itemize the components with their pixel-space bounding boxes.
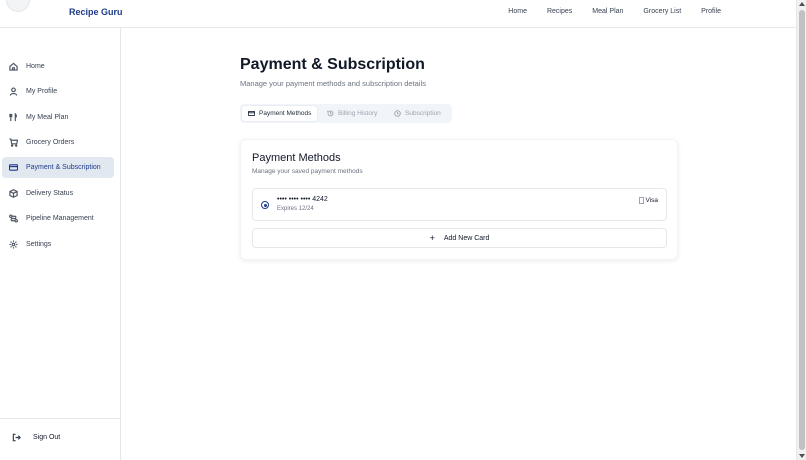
page-subtitle: Manage your payment methods and subscrip… <box>240 79 426 88</box>
scrollbar[interactable] <box>796 0 806 460</box>
page-title: Payment & Subscription <box>240 56 425 73</box>
gear-icon <box>8 240 18 250</box>
sidebar-divider <box>0 418 120 419</box>
sidebar-item-label: Payment & Subscription <box>26 164 101 171</box>
add-new-card-label: Add New Card <box>443 234 490 242</box>
sidebar-item-label: My Profile <box>26 88 58 95</box>
credit-card-icon <box>8 163 18 173</box>
payment-methods-card: Payment Methods Manage your saved paymen… <box>240 139 678 260</box>
package-icon <box>8 189 18 199</box>
credit-card-icon <box>248 110 255 117</box>
sidebar-item-label: Pipeline Management <box>26 215 94 222</box>
sidebar-item-label: Home <box>26 63 45 70</box>
top-nav: Home Recipes Meal Plan Grocery List Prof… <box>488 8 721 15</box>
card-number: •••• •••• •••• 4242 <box>277 196 328 203</box>
user-icon <box>8 87 18 97</box>
route-icon <box>8 214 18 224</box>
scroll-thumb[interactable] <box>799 10 805 450</box>
home-icon <box>8 62 18 72</box>
topnav-profile[interactable]: Profile <box>701 8 721 15</box>
sidebar-item-settings[interactable]: Settings <box>2 234 114 255</box>
sidebar-item-my-profile[interactable]: My Profile <box>2 81 114 102</box>
brand-logo[interactable]: Recipe Guru <box>69 7 123 17</box>
sign-out-label: Sign Out <box>33 434 61 441</box>
topnav-recipes[interactable]: Recipes <box>547 8 572 15</box>
sidebar-item-pipeline-management[interactable]: Pipeline Management <box>2 208 114 229</box>
plus-icon: + <box>429 233 435 243</box>
history-icon <box>327 110 334 117</box>
scroll-down-icon[interactable] <box>799 454 805 458</box>
sidebar-item-home[interactable]: Home <box>2 56 114 77</box>
tab-payment-methods[interactable]: Payment Methods <box>242 106 318 121</box>
top-navbar: Recipe Guru Home Recipes Meal Plan Groce… <box>0 0 796 28</box>
sign-out-icon <box>12 433 21 442</box>
cart-icon <box>8 138 18 148</box>
card-brand-image: Visa <box>639 197 658 204</box>
card-title: Payment Methods <box>252 152 341 164</box>
tab-subscription[interactable]: Subscription <box>394 106 441 121</box>
tab-label: Billing History <box>338 110 378 117</box>
sidebar-item-label: Grocery Orders <box>26 139 75 146</box>
sidebar-item-delivery-status[interactable]: Delivery Status <box>2 183 114 204</box>
sidebar: Home My Profile My Meal Plan Grocery Ord… <box>0 28 121 460</box>
tab-billing-history[interactable]: Billing History <box>327 106 377 121</box>
card-brand-alt: Visa <box>645 197 658 204</box>
tab-label: Subscription <box>405 110 441 117</box>
clock-icon <box>394 110 401 117</box>
card-expiry: Expires 12/24 <box>277 206 314 212</box>
sidebar-item-label: My Meal Plan <box>26 114 69 121</box>
tab-bar: Payment Methods Billing History Subscrip… <box>240 104 452 123</box>
utensils-icon <box>8 113 18 123</box>
payment-method-radio[interactable] <box>261 201 269 209</box>
payment-method-item[interactable]: •••• •••• •••• 4242 Expires 12/24 Visa <box>252 188 667 221</box>
sidebar-item-label: Settings <box>26 241 52 248</box>
sidebar-item-grocery-orders[interactable]: Grocery Orders <box>2 132 114 153</box>
avatar[interactable] <box>6 0 30 12</box>
sign-out-button[interactable]: Sign Out <box>12 433 60 442</box>
card-subtitle: Manage your saved payment methods <box>252 168 363 175</box>
sidebar-item-payment-subscription[interactable]: Payment & Subscription <box>2 157 114 178</box>
broken-image-icon <box>639 197 645 204</box>
tab-label: Payment Methods <box>259 110 312 117</box>
sidebar-item-my-meal-plan[interactable]: My Meal Plan <box>2 107 114 128</box>
topnav-meal-plan[interactable]: Meal Plan <box>592 8 623 15</box>
add-new-card-button[interactable]: + Add New Card <box>252 228 667 248</box>
scroll-up-icon[interactable] <box>799 2 805 6</box>
topnav-home[interactable]: Home <box>508 8 527 15</box>
topnav-grocery-list[interactable]: Grocery List <box>643 8 681 15</box>
sidebar-item-label: Delivery Status <box>26 190 74 197</box>
